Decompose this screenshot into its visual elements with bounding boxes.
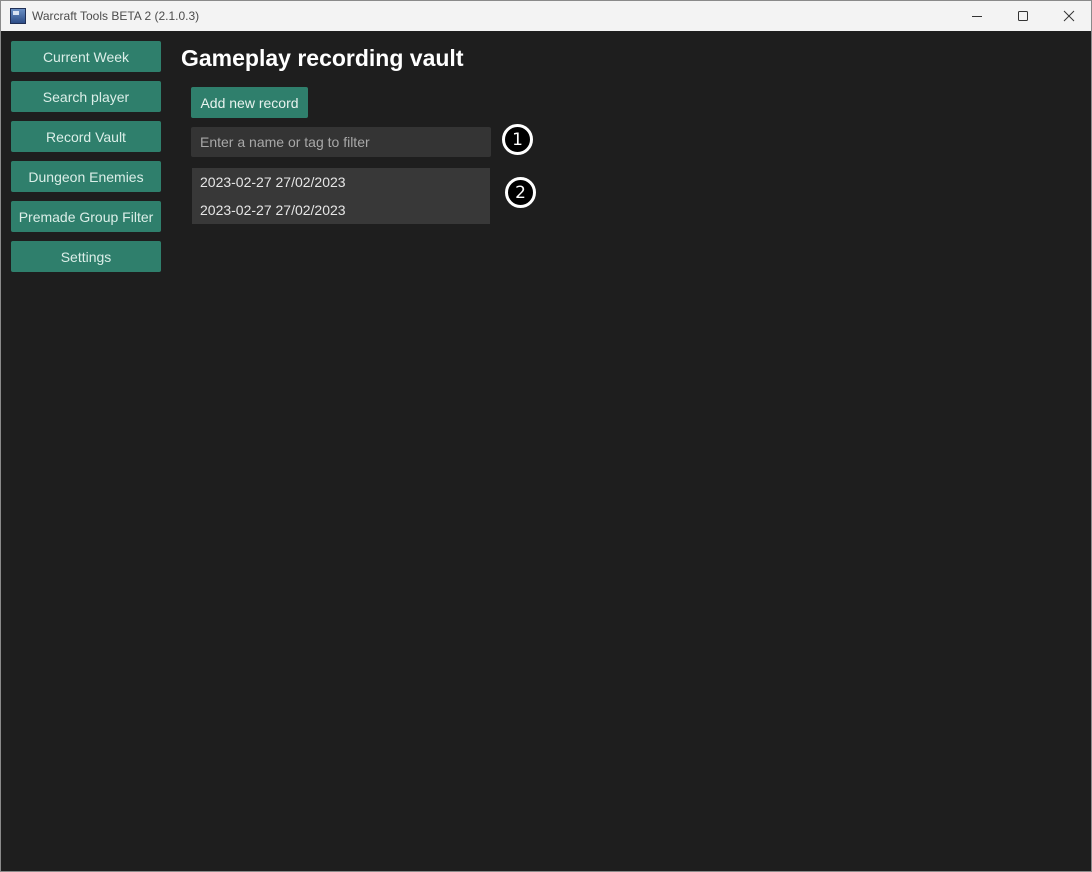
annotation-marker-2: 2 bbox=[505, 177, 536, 208]
sidebar-item-label: Record Vault bbox=[46, 128, 126, 145]
sidebar-item-label: Settings bbox=[60, 248, 112, 265]
page-title: Gameplay recording vault bbox=[181, 45, 464, 71]
sidebar-item-label: Dungeon Enemies bbox=[28, 168, 144, 185]
close-icon bbox=[1063, 10, 1075, 22]
sidebar-item-record-vault[interactable]: Record Vault bbox=[11, 121, 161, 152]
record-list[interactable]: 2023-02-27 27/02/2023 2023-02-27 27/02/2… bbox=[192, 168, 490, 224]
sidebar-item-premade-group-filter[interactable]: Premade Group Filter bbox=[11, 201, 161, 232]
sidebar-item-label: Current Week bbox=[42, 48, 130, 65]
list-item[interactable]: 2023-02-27 27/02/2023 bbox=[192, 168, 490, 196]
minimize-icon bbox=[972, 16, 982, 17]
sidebar-item-label: Premade Group Filter bbox=[18, 208, 154, 225]
maximize-icon bbox=[1018, 11, 1028, 21]
annotation-marker-1: 1 bbox=[502, 124, 533, 155]
sidebar-item-label: Search player bbox=[42, 88, 130, 105]
add-record-button[interactable]: Add new record bbox=[191, 87, 308, 118]
minimize-button[interactable] bbox=[954, 1, 1000, 31]
filter-input[interactable] bbox=[191, 127, 491, 157]
sidebar-item-current-week[interactable]: Current Week bbox=[11, 41, 161, 72]
app-window: Warcraft Tools BETA 2 (2.1.0.3) Current … bbox=[0, 0, 1092, 872]
title-bar[interactable]: Warcraft Tools BETA 2 (2.1.0.3) bbox=[1, 1, 1091, 31]
main-content: Current Week Search player Record Vault … bbox=[1, 31, 1091, 871]
close-button[interactable] bbox=[1046, 1, 1091, 31]
window-title: Warcraft Tools BETA 2 (2.1.0.3) bbox=[32, 9, 200, 23]
sidebar-item-dungeon-enemies[interactable]: Dungeon Enemies bbox=[11, 161, 161, 192]
maximize-button[interactable] bbox=[1000, 1, 1046, 31]
list-item[interactable]: 2023-02-27 27/02/2023 bbox=[192, 196, 490, 224]
app-icon bbox=[10, 8, 26, 24]
add-record-button-label: Add new record bbox=[200, 94, 299, 111]
sidebar-item-settings[interactable]: Settings bbox=[11, 241, 161, 272]
sidebar-item-search-player[interactable]: Search player bbox=[11, 81, 161, 112]
